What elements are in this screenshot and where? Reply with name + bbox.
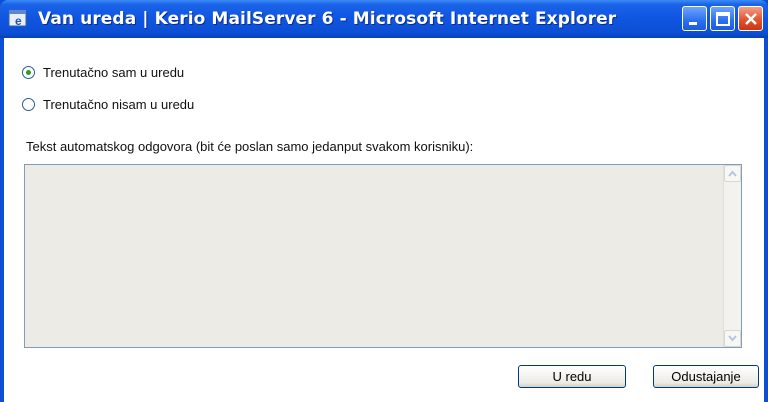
scroll-up-button[interactable] xyxy=(724,165,741,182)
maximize-button[interactable] xyxy=(710,6,735,31)
close-button[interactable] xyxy=(738,6,763,31)
radio-out-of-office-label: Trenutačno nisam u uredu xyxy=(43,97,195,112)
maximize-icon xyxy=(716,12,730,26)
cancel-button[interactable]: Odustajanje xyxy=(653,365,759,388)
dialog-window: e Van ureda | Kerio MailServer 6 - Micro… xyxy=(0,0,768,402)
radio-in-office-row[interactable]: Trenutačno sam u uredu xyxy=(22,65,184,80)
ok-button[interactable]: U redu xyxy=(518,365,626,388)
ie-icon[interactable]: e xyxy=(8,7,30,29)
radio-out-of-office[interactable] xyxy=(22,98,35,111)
radio-in-office-label: Trenutačno sam u uredu xyxy=(43,65,185,80)
chevron-up-icon xyxy=(728,170,737,177)
reply-text-area[interactable] xyxy=(24,164,742,348)
minimize-button[interactable] xyxy=(682,6,707,31)
radio-out-of-office-row[interactable]: Trenutačno nisam u uredu xyxy=(22,97,194,112)
scroll-down-button[interactable] xyxy=(724,330,741,347)
svg-text:e: e xyxy=(15,14,22,28)
window-title: Van ureda | Kerio MailServer 6 - Microso… xyxy=(38,9,617,29)
minimize-icon xyxy=(689,22,697,25)
dialog-content: Trenutačno sam u uredu Trenutačno nisam … xyxy=(4,38,764,402)
title-bar[interactable]: e Van ureda | Kerio MailServer 6 - Micro… xyxy=(0,0,768,38)
reply-text-label: Tekst automatskog odgovora (bit će posla… xyxy=(26,139,474,154)
vertical-scrollbar[interactable] xyxy=(723,165,741,347)
radio-in-office[interactable] xyxy=(22,66,35,79)
close-icon xyxy=(745,13,757,25)
chevron-down-icon xyxy=(728,335,737,342)
